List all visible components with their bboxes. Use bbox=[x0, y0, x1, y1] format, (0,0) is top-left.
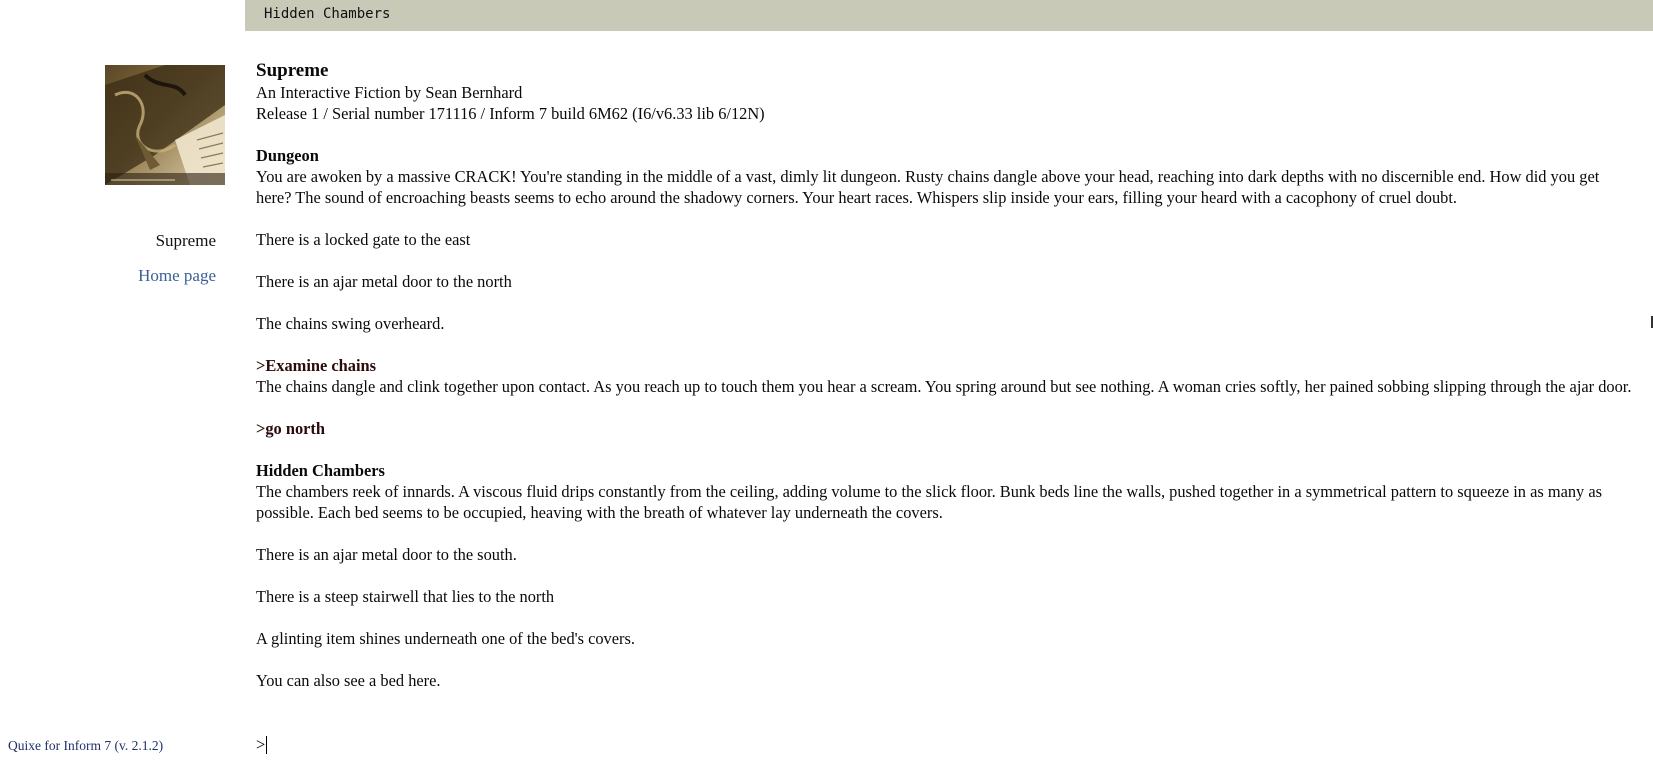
quixe-credit-link[interactable]: Quixe for Inform 7 (v. 2.1.2) bbox=[8, 738, 163, 754]
command-input[interactable] bbox=[266, 736, 869, 754]
sidebar-story-title: Supreme bbox=[155, 231, 216, 250]
status-location: Hidden Chambers bbox=[264, 6, 391, 22]
transcript-line: There is an ajar metal door to the north bbox=[256, 272, 512, 291]
player-command: >Examine chains bbox=[256, 356, 376, 375]
transcript-line: There is a steep stairwell that lies to … bbox=[256, 587, 555, 606]
game-window[interactable]: Supreme An Interactive Fiction by Sean B… bbox=[245, 31, 1653, 768]
room-block: Hidden Chambers The chambers reek of inn… bbox=[256, 460, 1636, 523]
cover-art-icon bbox=[105, 65, 225, 185]
transcript: Supreme An Interactive Fiction by Sean B… bbox=[256, 60, 1636, 712]
command-response: The chains dangle and clink together upo… bbox=[256, 377, 1632, 396]
transcript-line: You can also see a bed here. bbox=[256, 671, 441, 690]
story-release-info: Release 1 / Serial number 171116 / Infor… bbox=[256, 104, 765, 123]
transcript-line: The chains swing overheard. bbox=[256, 314, 445, 333]
room-description: The chambers reek of innards. A viscous … bbox=[256, 482, 1602, 522]
transcript-line: There is a locked gate to the east bbox=[256, 230, 471, 249]
cover-art-image bbox=[105, 65, 225, 185]
sidebar: Supreme Home page Quixe for Inform 7 (v.… bbox=[0, 0, 245, 768]
transcript-line: A glinting item shines underneath one of… bbox=[256, 629, 635, 648]
room-name: Hidden Chambers bbox=[256, 461, 385, 480]
command-prompt: > bbox=[256, 735, 869, 755]
room-block: Dungeon You are awoken by a massive CRAC… bbox=[256, 145, 1636, 208]
room-name: Dungeon bbox=[256, 146, 319, 165]
home-page-link[interactable]: Home page bbox=[138, 266, 216, 286]
command-block: >go north bbox=[256, 418, 1636, 439]
story-byline: An Interactive Fiction by Sean Bernhard bbox=[256, 83, 523, 102]
story-headline: Supreme An Interactive Fiction by Sean B… bbox=[256, 60, 1636, 124]
prompt-symbol: > bbox=[256, 735, 266, 754]
player-command: >go north bbox=[256, 419, 325, 438]
room-description: You are awoken by a massive CRACK! You'r… bbox=[256, 167, 1600, 207]
story-title: Supreme bbox=[256, 60, 329, 81]
transcript-line: There is an ajar metal door to the south… bbox=[256, 545, 517, 564]
command-block: >Examine chains The chains dangle and cl… bbox=[256, 355, 1636, 397]
status-bar: Hidden Chambers bbox=[245, 0, 1653, 31]
